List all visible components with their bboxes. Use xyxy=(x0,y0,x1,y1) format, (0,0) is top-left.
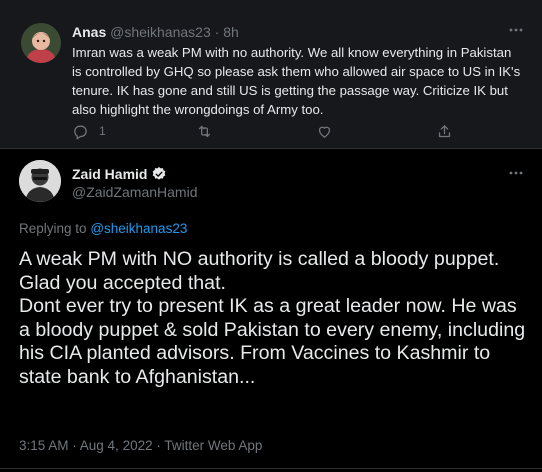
replying-to: Replying to @sheikhanas23 xyxy=(19,221,187,237)
share-button[interactable] xyxy=(436,121,453,141)
avatar[interactable] xyxy=(19,160,61,202)
more-icon[interactable] xyxy=(509,167,523,177)
author-handle[interactable]: @ZaidZamanHamid xyxy=(72,184,197,200)
replying-to-label: Replying to xyxy=(19,221,87,236)
parent-tweet-text: Imran was a weak PM with no authority. W… xyxy=(72,45,521,117)
author-name-row: Zaid Hamid xyxy=(72,166,167,182)
parent-tweet-header: Anas @sheikhanas23 · 8h xyxy=(72,24,239,40)
author-handle[interactable]: @sheikhanas23 xyxy=(110,24,211,40)
tweet-actions: 1 xyxy=(72,121,492,141)
tweet-line: Dont ever try to present IK as a great l… xyxy=(19,295,526,388)
retweet-icon xyxy=(198,125,211,137)
reply-count: 1 xyxy=(99,124,106,138)
replying-to-link[interactable]: @sheikhanas23 xyxy=(90,221,187,236)
separator-dot: · xyxy=(214,24,220,40)
reply-button[interactable]: 1 xyxy=(72,121,106,141)
like-button[interactable] xyxy=(316,121,333,141)
parent-tweet[interactable]: Anas @sheikhanas23 · 8h Imran was a weak… xyxy=(0,0,542,148)
author-name[interactable]: Zaid Hamid xyxy=(72,166,147,182)
divider xyxy=(0,148,542,149)
like-icon xyxy=(318,126,331,138)
divider xyxy=(0,468,542,469)
tweet-line: A weak PM with NO authority is called a … xyxy=(19,248,500,270)
tweet-text: A weak PM with NO authority is called a … xyxy=(19,248,527,389)
tweet-meta[interactable]: 3:15 AM · Aug 4, 2022 · Twitter Web App xyxy=(19,438,262,454)
tweet-line: Glad you accepted that. xyxy=(19,271,226,294)
author-name[interactable]: Anas xyxy=(72,24,106,40)
avatar-image xyxy=(19,160,61,202)
more-icon[interactable] xyxy=(509,24,523,34)
share-icon xyxy=(438,124,451,137)
verified-icon xyxy=(153,167,166,180)
reply-icon xyxy=(74,125,87,140)
tweet-time[interactable]: 8h xyxy=(223,24,239,40)
avatar[interactable] xyxy=(21,23,61,63)
retweet-button[interactable] xyxy=(196,121,213,141)
avatar-image xyxy=(21,23,61,63)
